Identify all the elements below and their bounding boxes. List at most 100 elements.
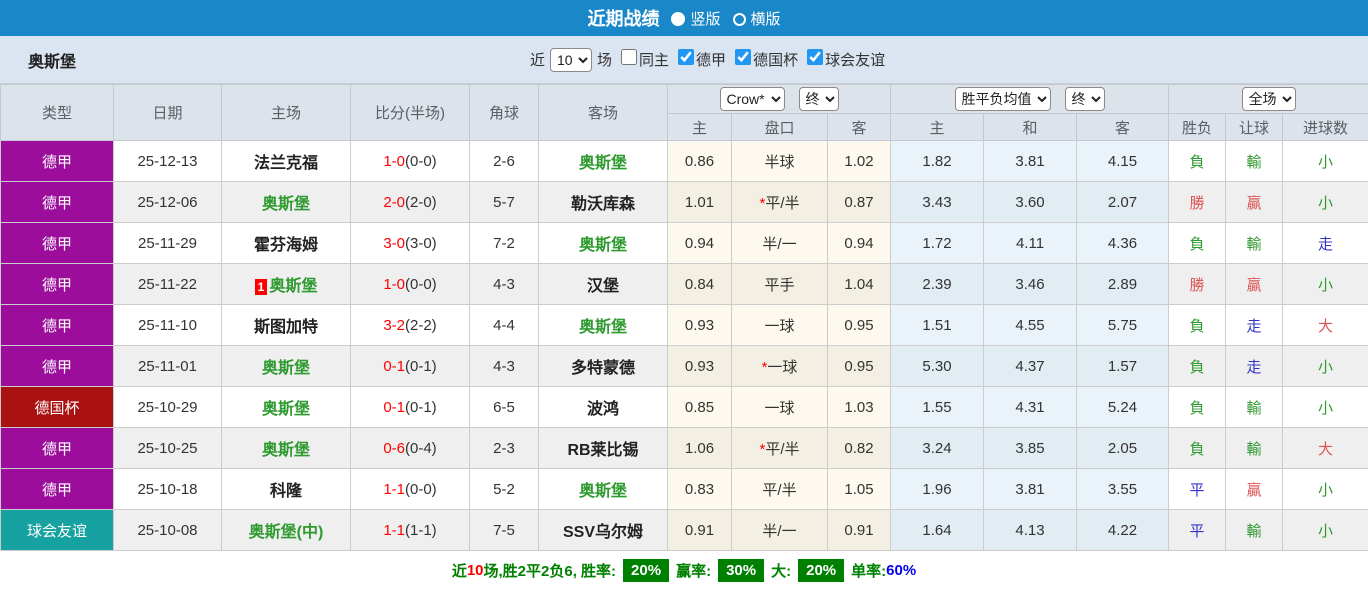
- results-table: 类型 日期 主场 比分(半场) 角球 客场 Crow*终 胜平负均值终 全场 主…: [0, 84, 1368, 551]
- layout-radio-label[interactable]: 竖版: [690, 11, 720, 28]
- avg-draw: 4.11: [984, 223, 1077, 264]
- odds-home: 0.83: [668, 469, 732, 510]
- avg-draw: 3.85: [984, 428, 1077, 469]
- result-wdl: 負: [1169, 346, 1226, 387]
- filter-checkbox-德甲[interactable]: [678, 49, 694, 65]
- filter-checkbox-德国杯[interactable]: [735, 49, 751, 65]
- avg-draw: 4.31: [984, 387, 1077, 428]
- odds-away: 0.87: [828, 182, 891, 223]
- handicap: 半/一: [732, 510, 828, 551]
- match-date: 25-11-01: [114, 346, 222, 387]
- avg-time-select[interactable]: 终: [1065, 87, 1105, 111]
- league-badge: 德甲: [1, 264, 114, 305]
- result-goals: 小: [1283, 510, 1368, 551]
- home-team: 奥斯堡: [222, 346, 351, 387]
- league-badge: 德甲: [1, 182, 114, 223]
- avg-type-select[interactable]: 胜平负均值: [955, 87, 1051, 111]
- col-header-away: 客场: [539, 85, 668, 141]
- subheader-odds-away: 客: [828, 114, 891, 141]
- col-header-score: 比分(半场): [351, 85, 470, 141]
- corners: 7-5: [470, 510, 539, 551]
- match-date: 25-11-29: [114, 223, 222, 264]
- footer-match-count: 10: [467, 562, 484, 579]
- avg-home: 1.82: [891, 141, 984, 182]
- match-date: 25-10-29: [114, 387, 222, 428]
- odds-home: 0.93: [668, 305, 732, 346]
- score: 1-1(0-0): [351, 469, 470, 510]
- table-row: 德甲25-11-29霍芬海姆3-0(3-0)7-2奥斯堡0.94半/一0.941…: [1, 223, 1368, 264]
- avg-home: 1.55: [891, 387, 984, 428]
- handicap: 平手: [732, 264, 828, 305]
- handicap: 一球: [732, 387, 828, 428]
- league-badge: 德甲: [1, 428, 114, 469]
- odds-away: 0.91: [828, 510, 891, 551]
- scope-select[interactable]: 全场: [1242, 87, 1296, 111]
- handicap: 半球: [732, 141, 828, 182]
- away-team: 奥斯堡: [539, 305, 668, 346]
- result-handicap: 贏: [1226, 182, 1283, 223]
- avg-home: 2.39: [891, 264, 984, 305]
- home-team: 奥斯堡: [222, 387, 351, 428]
- handicap-star: *: [759, 195, 765, 212]
- filter-checkbox-同主[interactable]: [621, 49, 637, 65]
- corners: 4-3: [470, 346, 539, 387]
- col-header-home: 主场: [222, 85, 351, 141]
- filter-checkbox-球会友谊[interactable]: [807, 49, 823, 65]
- result-goals: 小: [1283, 469, 1368, 510]
- avg-away: 2.07: [1077, 182, 1169, 223]
- corners: 5-7: [470, 182, 539, 223]
- score: 1-1(1-1): [351, 510, 470, 551]
- filter-checkbox-label: 球会友谊: [825, 52, 885, 69]
- subheader-avg-draw: 和: [984, 114, 1077, 141]
- table-row: 球会友谊25-10-08奥斯堡(中)1-1(1-1)7-5SSV乌尔姆0.91半…: [1, 510, 1368, 551]
- odds-home: 1.06: [668, 428, 732, 469]
- summary-footer: 近 10 场,胜2平2负6, 胜率: 20% 赢率: 30% 大: 20% 单率…: [0, 551, 1368, 590]
- match-date: 25-10-08: [114, 510, 222, 551]
- filters: 近 10 场 同主德甲德国杯球会友谊: [530, 48, 885, 72]
- recent-count-select[interactable]: 10: [550, 48, 592, 72]
- near-label: 近: [530, 49, 545, 70]
- result-handicap: 輸: [1226, 387, 1283, 428]
- score: 3-0(3-0): [351, 223, 470, 264]
- league-badge: 德甲: [1, 305, 114, 346]
- subheader-handicap-result: 让球: [1226, 114, 1283, 141]
- handicap: *一球: [732, 346, 828, 387]
- handicap: *平/半: [732, 428, 828, 469]
- result-wdl: 勝: [1169, 264, 1226, 305]
- odds-home: 0.91: [668, 510, 732, 551]
- match-date: 25-12-06: [114, 182, 222, 223]
- corners: 4-3: [470, 264, 539, 305]
- subheader-odds-home: 主: [668, 114, 732, 141]
- home-team: 奥斯堡: [222, 182, 351, 223]
- score: 0-6(0-4): [351, 428, 470, 469]
- result-goals: 小: [1283, 141, 1368, 182]
- avg-home: 3.43: [891, 182, 984, 223]
- league-badge: 德国杯: [1, 387, 114, 428]
- odds-company-select[interactable]: Crow*: [720, 87, 785, 111]
- odds-away: 1.05: [828, 469, 891, 510]
- big-label: 大:: [771, 560, 791, 581]
- odds-away: 1.02: [828, 141, 891, 182]
- layout-radio-label[interactable]: 横版: [751, 11, 781, 28]
- table-row: 德甲25-11-221奥斯堡1-0(0-0)4-3汉堡0.84平手1.042.3…: [1, 264, 1368, 305]
- odds-home: 0.94: [668, 223, 732, 264]
- league-badge: 德甲: [1, 469, 114, 510]
- layout-radio-selected[interactable]: [671, 12, 685, 26]
- result-handicap: 輸: [1226, 428, 1283, 469]
- handicap: 半/一: [732, 223, 828, 264]
- league-badge: 德甲: [1, 141, 114, 182]
- subheader-avg-home: 主: [891, 114, 984, 141]
- handicap: 平/半: [732, 469, 828, 510]
- avg-draw: 3.81: [984, 141, 1077, 182]
- avg-home: 1.64: [891, 510, 984, 551]
- filter-checkbox-label: 同主: [639, 52, 669, 69]
- result-handicap: 輸: [1226, 223, 1283, 264]
- odds-time-select[interactable]: 终: [799, 87, 839, 111]
- avg-draw: 4.55: [984, 305, 1077, 346]
- table-row: 德甲25-11-10斯图加特3-2(2-2)4-4奥斯堡0.93一球0.951.…: [1, 305, 1368, 346]
- handicap-win-label: 赢率:: [676, 560, 711, 581]
- avg-select-group: 胜平负均值终: [891, 85, 1169, 114]
- result-wdl: 負: [1169, 305, 1226, 346]
- layout-radio-unselected[interactable]: [733, 13, 746, 26]
- league-badge: 德甲: [1, 346, 114, 387]
